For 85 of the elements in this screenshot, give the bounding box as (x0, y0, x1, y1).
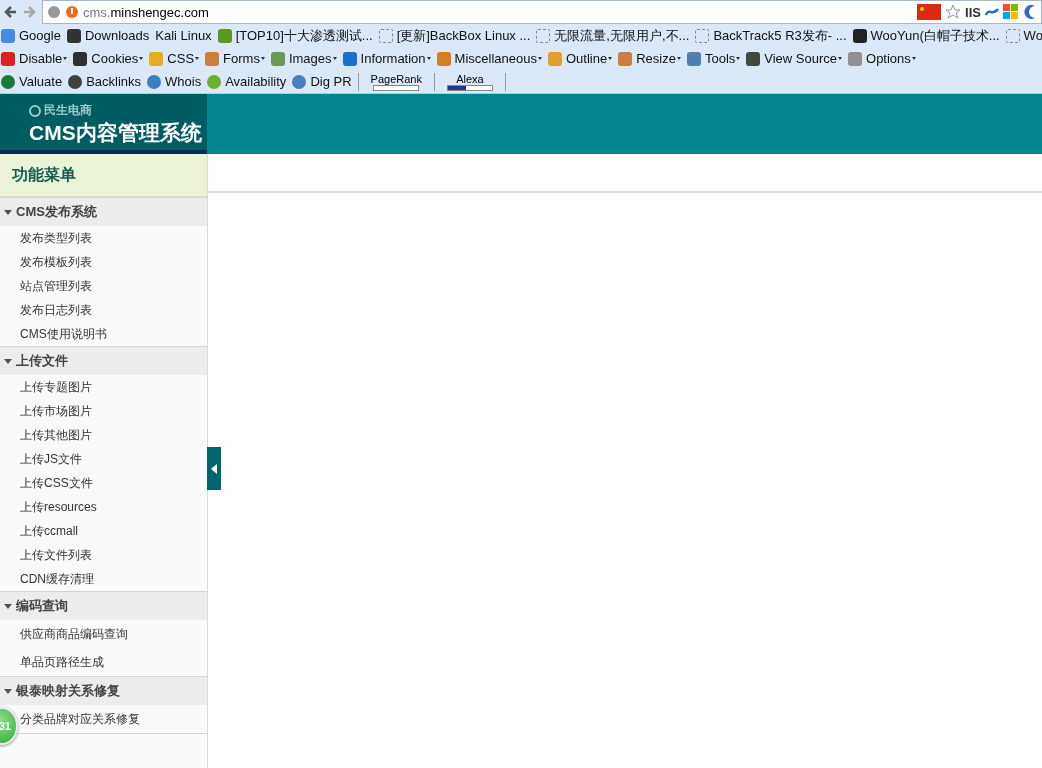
menu-group[interactable]: 上传文件 (0, 346, 207, 375)
windows-icon (1003, 4, 1019, 20)
caret-icon (4, 209, 12, 215)
wave-icon (985, 7, 999, 17)
caret-icon (911, 57, 916, 60)
menu-link[interactable]: 发布类型列表 (20, 226, 207, 250)
back-icon[interactable] (2, 4, 18, 20)
caret-icon (537, 57, 542, 60)
collapse-handle[interactable] (207, 447, 221, 490)
caret-icon (736, 57, 741, 60)
toolbar-menu[interactable]: Outline (547, 51, 613, 66)
toolbar-button[interactable]: Whois (147, 74, 202, 89)
menu-link[interactable]: 分类品牌对应关系修复 (20, 705, 207, 733)
menu-link[interactable]: 上传市场图片 (20, 399, 207, 423)
bookmark-link[interactable]: Kali Linux (155, 28, 212, 43)
menu-link[interactable]: CMS使用说明书 (20, 322, 207, 346)
rank-meter: Alexa (440, 72, 499, 91)
caret-icon (332, 57, 337, 60)
toolbar-menu[interactable]: Cookies (73, 51, 144, 66)
logo-icon (29, 104, 41, 117)
toolbar-button[interactable]: Availability (207, 74, 287, 89)
menu-title: 功能菜单 (0, 154, 207, 197)
caret-icon (676, 57, 681, 60)
toolbar-menu[interactable]: Tools (686, 51, 741, 66)
rank-meter: PageRank (364, 72, 428, 91)
menu-link[interactable]: 上传文件列表 (20, 543, 207, 567)
bookmark-link[interactable]: Downloads (66, 28, 150, 43)
bookmark-link[interactable]: [TOP10]十大渗透测试... (217, 26, 373, 45)
menu-link[interactable]: 上传JS文件 (20, 447, 207, 471)
menu-link[interactable]: 发布日志列表 (20, 298, 207, 322)
toolbar-menu[interactable]: Options (848, 51, 916, 66)
caret-icon (139, 57, 144, 60)
menu-link[interactable]: 上传ccmall (20, 519, 207, 543)
bookmark-link[interactable]: Wo (1005, 28, 1042, 43)
toolbar-menu[interactable]: Images (270, 51, 337, 66)
menu-group[interactable]: CMS发布系统 (0, 197, 207, 226)
menu-link[interactable]: 供应商商品编码查询 (20, 620, 207, 648)
page-icon (1005, 28, 1020, 43)
caret-icon (426, 57, 431, 60)
toolbar-menu[interactable]: Forms (205, 51, 265, 66)
app-title: CMS内容管理系统 (29, 120, 203, 146)
toolbar-button[interactable]: Backlinks (68, 74, 142, 89)
bookmark-link[interactable]: BackTrack5 R3发布- ... (695, 26, 847, 45)
caret-icon (608, 57, 613, 60)
menu-link[interactable]: CDN缓存清理 (20, 567, 207, 591)
caret-icon (4, 358, 12, 364)
address-field[interactable]: cms.minshengec.com IIS (42, 0, 1042, 24)
caret-icon (63, 57, 68, 60)
toolbar-button[interactable]: Dig PR (292, 74, 352, 89)
page-icon (695, 28, 710, 43)
menu-link[interactable]: 上传专题图片 (20, 375, 207, 399)
crescent-icon (1023, 4, 1037, 20)
menu-link[interactable]: 单品页路径生成 (20, 648, 207, 676)
url-text: cms.minshengec.com (83, 4, 209, 20)
bookmark-link[interactable]: [更新]BackBox Linux ... (378, 26, 531, 45)
toolbar-menu[interactable]: Disable (1, 51, 68, 66)
page-icon (378, 28, 393, 43)
caret-icon (260, 57, 265, 60)
caret-icon (4, 688, 12, 694)
menu-group[interactable]: 编码查询 (0, 591, 207, 620)
warning-icon (65, 5, 79, 19)
menu-link[interactable]: 上传resources (20, 495, 207, 519)
caret-icon (4, 603, 12, 609)
toolbar-menu[interactable]: Miscellaneous (436, 51, 542, 66)
menu-link[interactable]: 上传CSS文件 (20, 471, 207, 495)
caret-icon (838, 57, 843, 60)
arrow-left-icon (211, 463, 217, 474)
star-icon[interactable] (945, 4, 962, 20)
menu-link[interactable]: 发布模板列表 (20, 250, 207, 274)
menu-group[interactable]: 银泰映射关系修复 (0, 676, 207, 705)
caret-icon (195, 57, 200, 60)
brand-logo: 民生电商 (29, 102, 207, 119)
bookmark-link[interactable]: WooYun(白帽子技术... (852, 26, 1000, 45)
toolbar-menu[interactable]: CSS (149, 51, 200, 66)
toolbar-menu[interactable]: Information (342, 51, 431, 66)
flag-icon (917, 4, 942, 20)
toolbar-menu[interactable]: View Source (746, 51, 843, 66)
toolbar-menu[interactable]: Resize (618, 51, 681, 66)
toolbar-button[interactable]: Valuate (1, 74, 63, 89)
menu-link[interactable]: 站点管理列表 (20, 274, 207, 298)
bookmark-link[interactable]: 无限流量,无限用户,不... (536, 26, 690, 45)
page-icon (536, 28, 551, 43)
server-label: IIS (965, 4, 981, 20)
menu-link[interactable]: 上传其他图片 (20, 423, 207, 447)
bookmark-link[interactable]: Google (1, 28, 61, 43)
